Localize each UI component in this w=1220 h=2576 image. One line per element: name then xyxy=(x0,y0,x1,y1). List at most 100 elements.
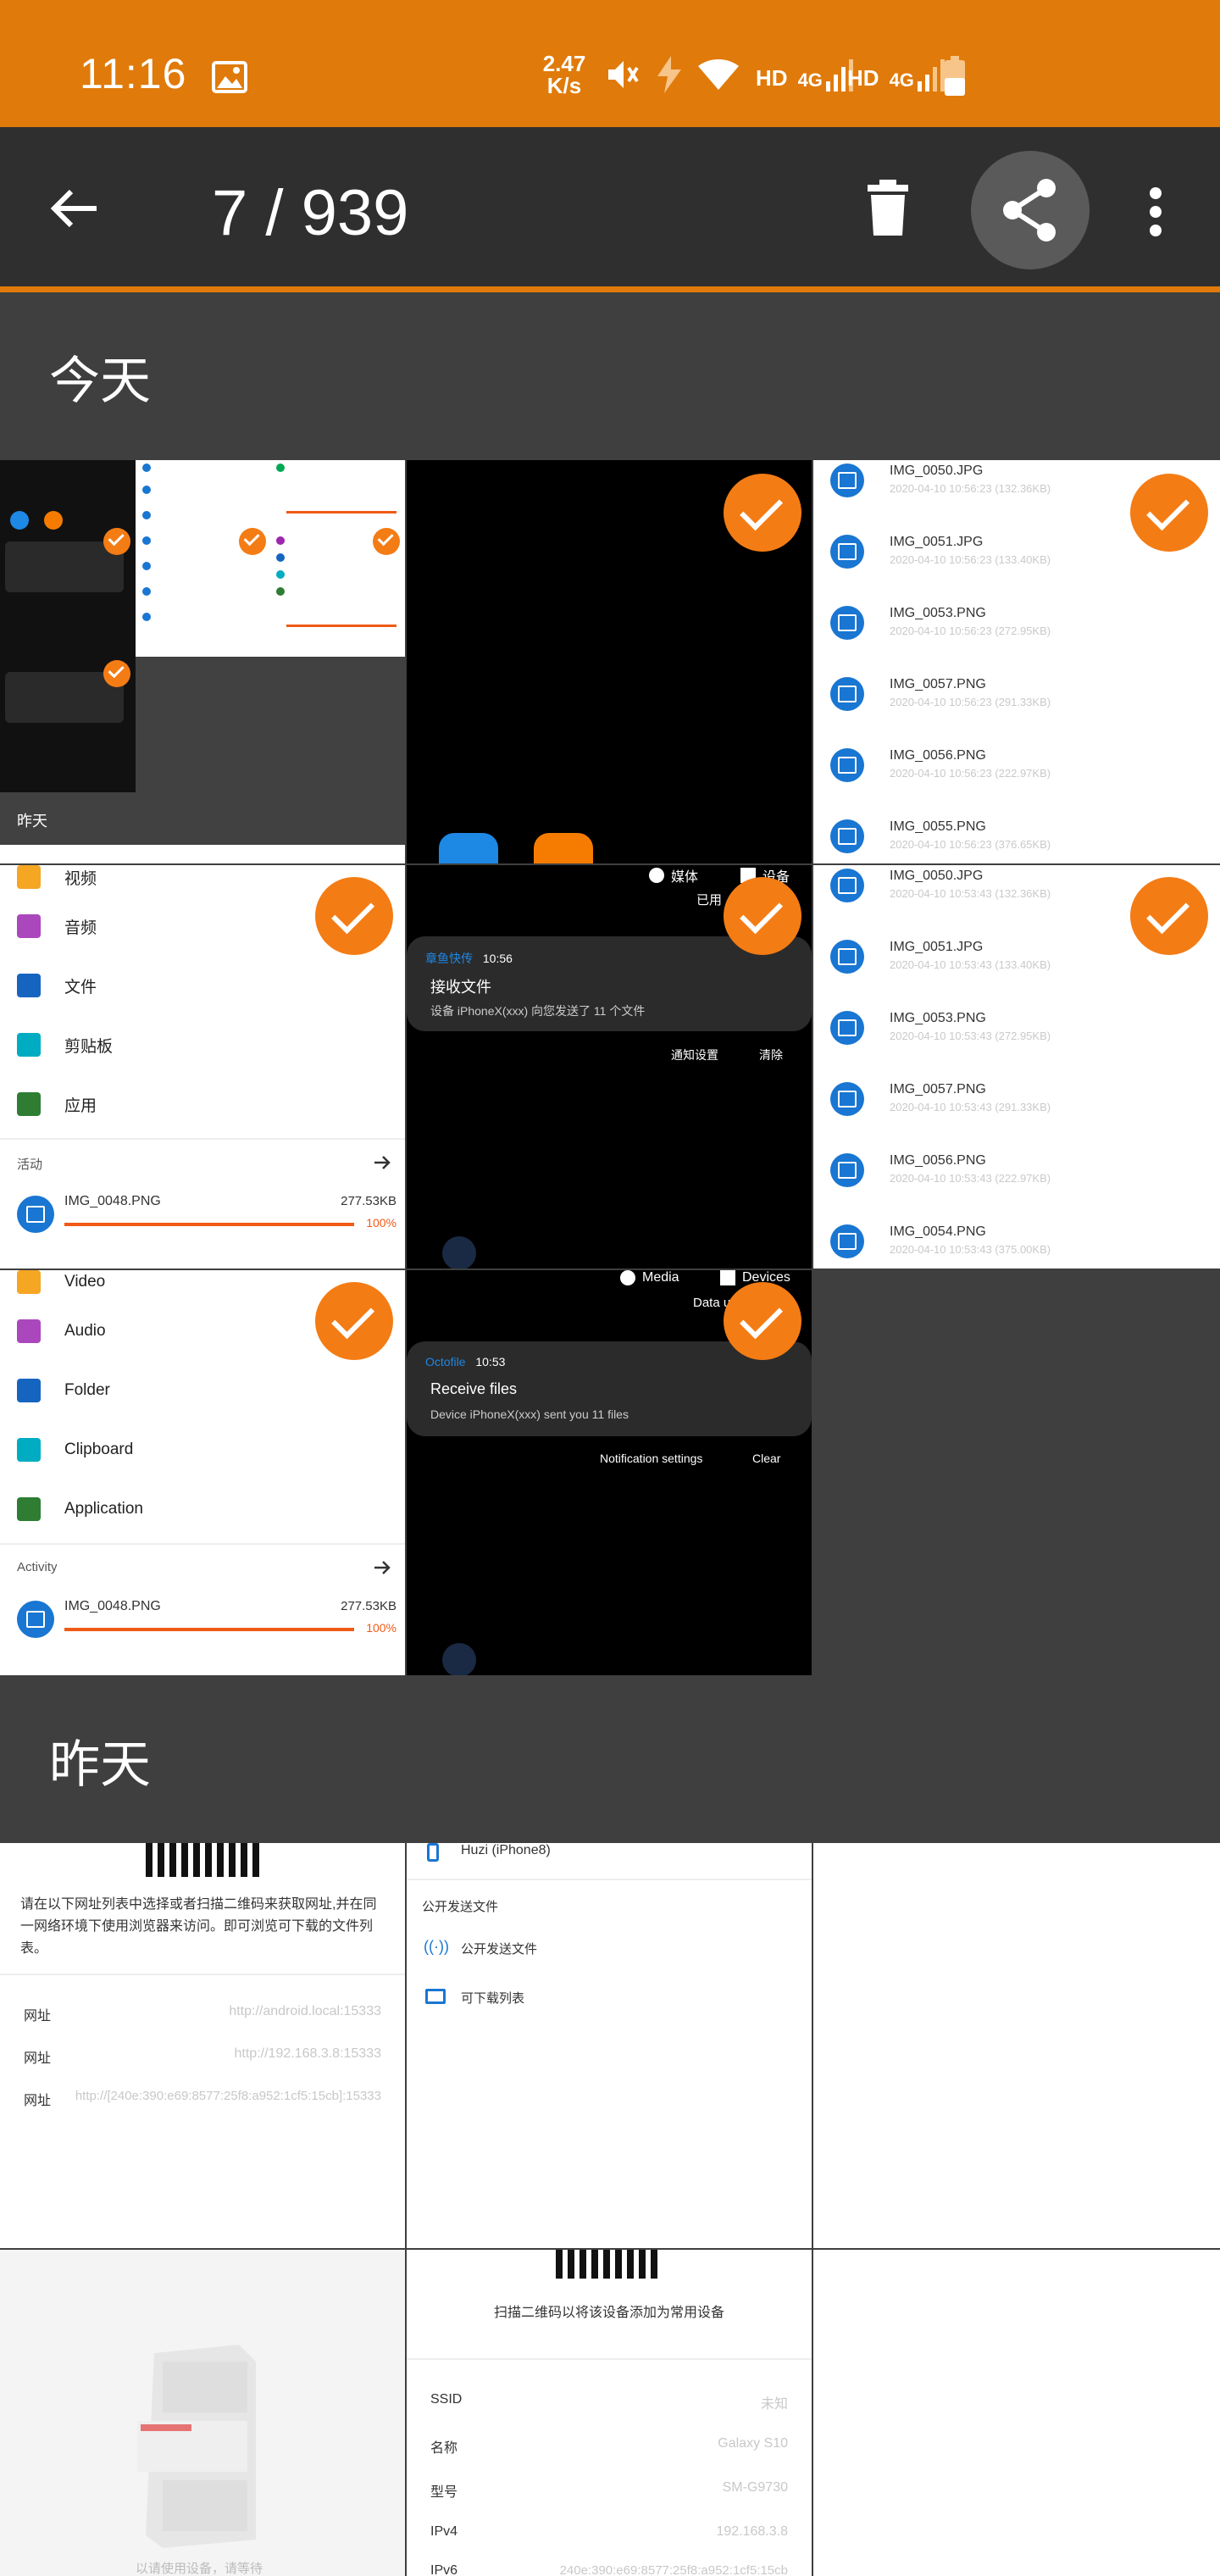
arrow-right-icon[interactable] xyxy=(373,1153,391,1172)
selected-check-icon[interactable] xyxy=(724,474,801,552)
application-icon xyxy=(17,1497,41,1521)
share-button[interactable] xyxy=(971,151,1090,269)
menu-item: 视频 xyxy=(17,865,97,889)
application-icon xyxy=(17,1092,41,1116)
image-file-icon xyxy=(830,819,864,853)
info-row: IPv4 192.168.3.8 xyxy=(430,2524,788,2539)
mute-icon xyxy=(603,56,640,93)
list-item: IMG_0051.JPG 2020-04-10 10:56:23 (133.40K… xyxy=(830,535,1051,589)
app-icon xyxy=(534,833,593,863)
image-file-icon xyxy=(830,869,864,902)
selected-check-icon[interactable] xyxy=(1130,877,1208,955)
selected-check-icon[interactable] xyxy=(1130,474,1208,552)
image-file-icon xyxy=(830,464,864,497)
selected-check-icon[interactable] xyxy=(315,877,393,955)
clear-button[interactable]: Clear xyxy=(752,1452,780,1465)
back-arrow-icon[interactable] xyxy=(47,181,102,236)
menu-item: 文件 xyxy=(17,974,97,997)
media-tile[interactable]: 视频 音频 文件 剪贴板 应用 活动 IMG_0048.PNG 277.53KB… xyxy=(0,865,405,1269)
media-tile[interactable]: 媒体 设备 已用 章鱼快传 10:56 接收文件 设备 iPhoneX(xxx)… xyxy=(407,865,812,1269)
media-tile[interactable]: 以请使用设备，请等待 xyxy=(0,2250,405,2576)
selected-check-icon[interactable] xyxy=(315,1282,393,1360)
clipboard-icon xyxy=(17,1033,41,1057)
more-options-icon[interactable] xyxy=(1145,186,1166,237)
progress-bar xyxy=(64,1223,354,1226)
wifi-icon xyxy=(695,54,742,93)
notification-settings-button[interactable]: Notification settings xyxy=(600,1452,702,1465)
app-name: Octofile 10:53 xyxy=(425,1355,506,1368)
app-icon xyxy=(439,833,498,863)
activity-label: Activity xyxy=(17,1560,58,1574)
list-item: IMG_0055.PNG 2020-04-10 10:56:23 (376.65K… xyxy=(830,819,1051,863)
image-file-icon xyxy=(830,1224,864,1258)
list-item: IMG_0056.PNG 2020-04-10 10:56:23 (222.97K… xyxy=(830,748,1051,802)
thumb-list-1 xyxy=(136,460,269,657)
delete-icon[interactable] xyxy=(864,180,912,237)
image-file-icon xyxy=(830,677,864,711)
list-item: IMG_0053.PNG 2020-04-10 10:56:23 (272.95K… xyxy=(830,606,1051,660)
book-icon xyxy=(425,1989,446,2004)
media-tile[interactable]: IMG_0050.JPG 2020-04-10 10:53:43 (132.36K… xyxy=(813,865,1220,1269)
media-tile[interactable]: 昨天 xyxy=(0,460,405,863)
app-bar: 7 / 939 xyxy=(0,127,1220,288)
menu-item: 应用 xyxy=(17,1092,97,1116)
selected-check-icon[interactable] xyxy=(724,1282,801,1360)
net-speed: 2.47 K/s xyxy=(542,51,586,98)
broadcast-icon: ((·)) xyxy=(424,1938,449,1955)
media-tile[interactable]: IMG_0050.JPG 2020-04-10 10:56:23 (132.36K… xyxy=(813,460,1220,863)
clear-button[interactable]: 清除 xyxy=(759,1046,783,1063)
status-time: 11:16 xyxy=(80,50,187,97)
media-tile[interactable]: Media Devices Data u Octofile 10:53 Rece… xyxy=(407,1270,812,1675)
list-item: IMG_0054.PNG 2020-04-10 10:53:43 (375.00K… xyxy=(830,1224,1051,1269)
url-row: 网址 http://[240e:390:e69:8577:25f8:a952:1c… xyxy=(24,2089,381,2108)
image-file-icon xyxy=(830,940,864,974)
media-tile[interactable]: Huzi (iPhone8) 公开发送文件 ((·)) 公开发送文件 可下载列表 xyxy=(407,1843,812,2248)
activity-label: 活动 xyxy=(17,1158,43,1172)
url-row: 网址 http://192.168.3.8:15333 xyxy=(24,2046,381,2066)
arrow-right-icon[interactable] xyxy=(373,1558,391,1577)
media-tile[interactable] xyxy=(407,460,812,863)
cabinet-illustration xyxy=(129,2345,273,2548)
image-file-icon xyxy=(17,1601,54,1638)
qr-code xyxy=(146,1843,259,1877)
list-item: IMG_0053.PNG 2020-04-10 10:53:43 (272.95K… xyxy=(830,1011,1051,1065)
signal-1: HD 4G xyxy=(756,58,855,92)
signal-2: HD 4G xyxy=(847,58,946,92)
audio-icon xyxy=(17,1319,41,1343)
list-item: IMG_0051.JPG 2020-04-10 10:53:43 (133.40K… xyxy=(830,940,1051,994)
list-item: IMG_0050.JPG 2020-04-10 10:53:43 (132.36K… xyxy=(830,869,1051,923)
audio-icon xyxy=(17,914,41,938)
media-tile[interactable]: 请在以下网址列表中选择或者扫描二维码来获取网址,并在同一网络环境下使用浏览器来访… xyxy=(0,1843,405,2248)
charging-icon xyxy=(652,54,686,95)
folder-icon xyxy=(17,1379,41,1402)
list-item: IMG_0057.PNG 2020-04-10 10:53:43 (291.33K… xyxy=(830,1082,1051,1136)
phone-icon xyxy=(427,1843,439,1862)
progress-accent-line xyxy=(0,286,1220,292)
folder-icon xyxy=(17,974,41,997)
media-tile[interactable] xyxy=(813,1843,1220,2248)
info-row: 型号 SM-G9730 xyxy=(430,2480,788,2500)
media-tile[interactable]: Video Audio Folder Clipboard Application… xyxy=(0,1270,405,1675)
video-icon xyxy=(17,865,41,889)
menu-item: 音频 xyxy=(17,914,97,938)
media-tile[interactable] xyxy=(813,2250,1220,2576)
image-file-icon xyxy=(17,1196,54,1233)
menu-item: Audio xyxy=(17,1319,106,1343)
media-tile[interactable]: 扫描二维码以将该设备添加为常用设备 SSID 未知 名称 Galaxy S10 型号… xyxy=(407,2250,812,2576)
video-icon xyxy=(17,1270,41,1294)
list-item: IMG_0050.JPG 2020-04-10 10:56:23 (132.36K… xyxy=(830,464,1051,518)
list-item: IMG_0056.PNG 2020-04-10 10:53:43 (222.97K… xyxy=(830,1153,1051,1208)
qr-code xyxy=(556,2250,661,2279)
menu-item: 剪贴板 xyxy=(17,1033,113,1057)
media-label: 媒体 xyxy=(649,865,698,886)
section-header-yesterday: 昨天 xyxy=(0,1677,1220,1843)
selected-check-icon[interactable] xyxy=(724,877,801,955)
list-item: IMG_0057.PNG 2020-04-10 10:56:23 (291.33K… xyxy=(830,677,1051,731)
menu-item: Clipboard xyxy=(17,1438,133,1462)
thumb-dark-notif xyxy=(0,460,136,792)
menu-item: Application xyxy=(17,1497,143,1521)
notification-settings-button[interactable]: 通知设置 xyxy=(671,1046,718,1063)
section-header-today: 今天 xyxy=(0,292,1220,460)
image-file-icon xyxy=(830,535,864,569)
info-row: SSID 未知 xyxy=(430,2392,788,2412)
